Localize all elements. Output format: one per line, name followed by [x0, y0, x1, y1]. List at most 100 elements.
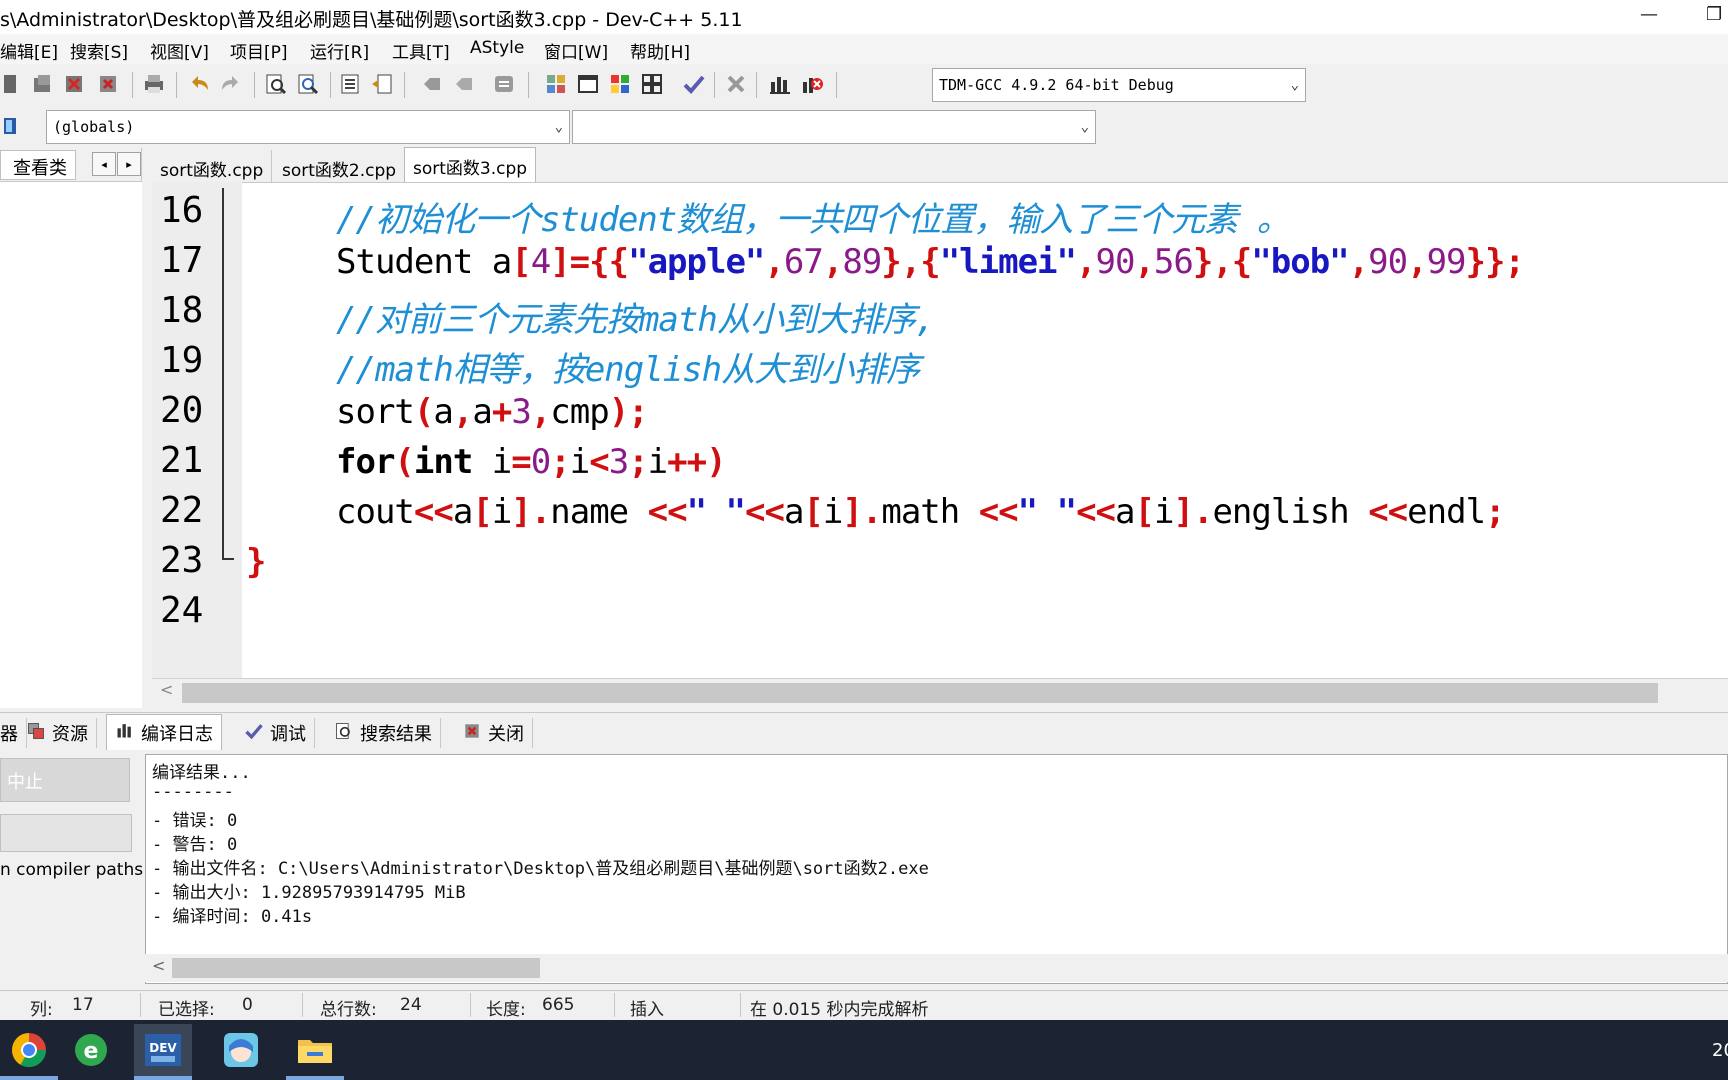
- line-number: 19: [160, 340, 204, 381]
- scope-select-value: (globals): [53, 118, 135, 136]
- status-length-value: 665: [542, 995, 575, 1015]
- taskbar-active-indicator: [134, 1076, 192, 1080]
- menu-help[interactable]: 帮助[H]: [630, 38, 690, 63]
- toggle-bookmark-icon[interactable]: [490, 70, 518, 98]
- tab-compile-log[interactable]: 编译日志: [106, 714, 222, 750]
- chevron-down-icon: ⌄: [1080, 119, 1089, 135]
- bookmark-next-icon[interactable]: [450, 70, 478, 98]
- minimize-button[interactable]: —: [1640, 4, 1658, 25]
- undo-icon[interactable]: [186, 70, 214, 98]
- restore-button[interactable]: ❐: [1706, 4, 1722, 25]
- log-scroll-thumb[interactable]: [172, 958, 540, 978]
- menu-run[interactable]: 运行[R]: [310, 38, 369, 63]
- member-select[interactable]: ⌄: [572, 110, 1096, 144]
- chevron-down-icon: ⌄: [1290, 77, 1299, 93]
- toolbar-separator: [836, 72, 837, 98]
- run-icon[interactable]: [638, 70, 666, 98]
- stop-icon[interactable]: [722, 70, 750, 98]
- editor-tab-sort1[interactable]: sort函数.cpp: [152, 150, 273, 182]
- tab-search-results[interactable]: 搜索结果: [326, 718, 441, 748]
- status-col-value: 17: [72, 995, 94, 1015]
- toolbar-separator: [714, 72, 715, 98]
- menu-edit[interactable]: 编辑[E]: [0, 38, 58, 63]
- replace-icon[interactable]: [294, 70, 322, 98]
- toolbar-separator: [404, 72, 405, 98]
- ie-browser-icon[interactable]: e: [62, 1024, 120, 1076]
- status-separator: [302, 993, 303, 1017]
- line-number: 22: [160, 490, 204, 531]
- stop-compile-button[interactable]: 中止: [0, 758, 130, 802]
- editor-scroll-thumb[interactable]: [182, 683, 1658, 703]
- code-line-22: cout<<a[i].name <<" "<<a[i].math <<" "<<…: [336, 492, 1506, 532]
- tab-class-view[interactable]: 查看类: [0, 150, 76, 180]
- new-project-icon[interactable]: [542, 70, 570, 98]
- tab-next-button[interactable]: ▸: [117, 152, 141, 176]
- tab-debug[interactable]: 调试: [236, 718, 315, 748]
- status-col-label: 列:: [30, 1000, 53, 1020]
- window-title: s\Administrator\Desktop\普及组必刷题目\基础例题\sor…: [0, 9, 743, 31]
- tab-prev-button[interactable]: ◂: [92, 152, 116, 176]
- compiler-options-field[interactable]: [0, 814, 132, 852]
- menu-project[interactable]: 项目[P]: [230, 38, 288, 63]
- code-line-19: //math相等，按english从大到小排序: [336, 350, 920, 390]
- toolbar-separator: [756, 72, 757, 98]
- menu-search[interactable]: 搜索[S]: [70, 38, 128, 63]
- menu-window[interactable]: 窗口[W]: [544, 38, 608, 63]
- find-icon[interactable]: [262, 70, 290, 98]
- main-toolbar: [0, 64, 1728, 108]
- status-separator: [140, 993, 141, 1017]
- menu-astyle[interactable]: AStyle: [470, 38, 524, 58]
- tab-resources-label: 资源: [52, 724, 88, 745]
- redo-icon[interactable]: [216, 70, 244, 98]
- log-line: 编译结果...: [152, 763, 251, 783]
- unindent-icon[interactable]: [368, 70, 396, 98]
- print-icon[interactable]: [140, 70, 168, 98]
- taskbar-active-indicator: [0, 1076, 58, 1080]
- check-icon: [244, 721, 264, 746]
- close-all-icon[interactable]: [94, 70, 122, 98]
- chart-icon[interactable]: [766, 70, 794, 98]
- devcpp-task-button[interactable]: DEV: [134, 1024, 192, 1076]
- profile-icon[interactable]: [798, 70, 826, 98]
- taskbar-clock[interactable]: 20: [1712, 1040, 1728, 1061]
- menu-tools[interactable]: 工具[T]: [392, 38, 450, 63]
- window-icon[interactable]: [574, 70, 602, 98]
- live2d-app-icon[interactable]: [212, 1024, 270, 1076]
- file-explorer-icon[interactable]: [286, 1024, 344, 1076]
- tab-close[interactable]: 关闭: [454, 718, 533, 748]
- chrome-icon[interactable]: [0, 1024, 58, 1076]
- class-browser-icon[interactable]: [0, 112, 28, 140]
- bookmark-prev-icon[interactable]: [418, 70, 446, 98]
- log-line: - 错误: 0: [152, 811, 238, 831]
- editor-tab-sort3[interactable]: sort函数3.cpp: [404, 147, 537, 183]
- tab-close-label: 关闭: [488, 724, 524, 745]
- compiler-select[interactable]: TDM-GCC 4.9.2 64-bit Debug ⌄: [932, 68, 1306, 102]
- status-insert-mode: 插入: [630, 1000, 664, 1020]
- line-number: 16: [160, 190, 204, 231]
- status-length-label: 长度:: [486, 1000, 526, 1020]
- scroll-left-icon[interactable]: <: [152, 956, 165, 975]
- class-view-tree[interactable]: [0, 181, 142, 708]
- scope-select[interactable]: (globals) ⌄: [46, 110, 570, 144]
- save-all-icon[interactable]: [28, 70, 56, 98]
- fold-guide-end: [222, 558, 234, 560]
- tab-resources[interactable]: 资源: [18, 718, 97, 748]
- syntax-check-icon[interactable]: [680, 70, 708, 98]
- resources-icon: [26, 721, 46, 746]
- devcpp-task-label: DEV: [149, 1041, 177, 1055]
- status-separator: [470, 993, 471, 1017]
- close-file-icon[interactable]: [60, 70, 88, 98]
- line-number: 24: [160, 590, 204, 631]
- menu-view[interactable]: 视图[V]: [150, 38, 209, 63]
- compile-icon[interactable]: [606, 70, 634, 98]
- line-number: 21: [160, 440, 204, 481]
- save-icon[interactable]: [0, 70, 28, 98]
- svg-text:e: e: [84, 1039, 99, 1064]
- indent-icon[interactable]: [336, 70, 364, 98]
- compiler-select-value: TDM-GCC 4.9.2 64-bit Debug: [939, 76, 1174, 94]
- scroll-left-icon[interactable]: <: [160, 680, 173, 699]
- editor-tab-sort2[interactable]: sort函数2.cpp: [274, 150, 406, 182]
- close-icon: [462, 721, 482, 746]
- toolbar-separator: [132, 72, 133, 98]
- log-line: - 输出文件名: C:\Users\Administrator\Desktop\…: [152, 859, 929, 879]
